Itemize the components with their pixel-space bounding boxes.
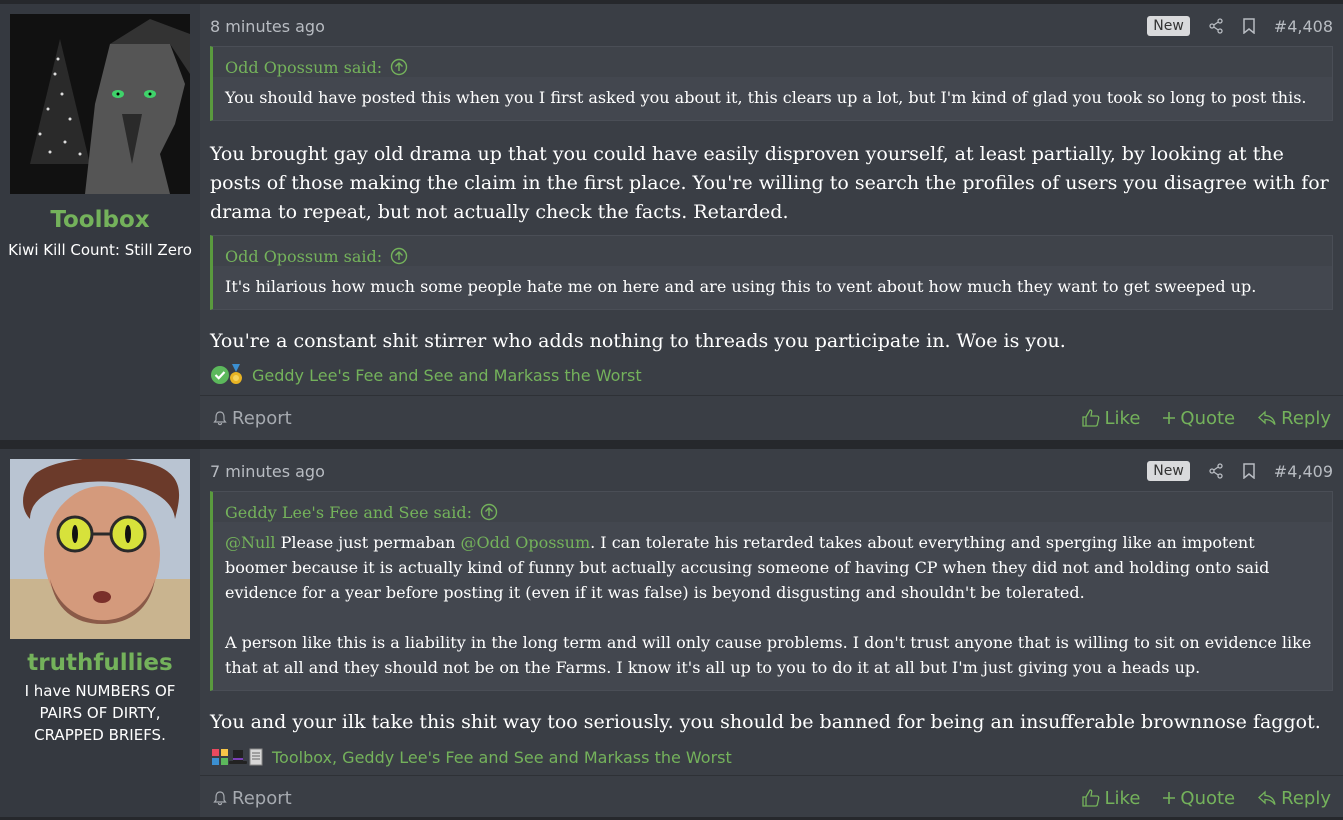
quote-text-paragraph: A person like this is a liability in the… <box>225 633 1312 677</box>
quote-text: @Null Please just permaban @Odd Opossum.… <box>213 522 1332 690</box>
quote-text: It's hilarious how much some people hate… <box>213 266 1332 309</box>
report-button[interactable]: Report <box>212 788 1081 809</box>
bookmark-icon[interactable] <box>1242 463 1256 479</box>
bookmark-icon[interactable] <box>1242 18 1256 34</box>
avatar[interactable] <box>10 459 190 639</box>
bell-icon <box>213 791 227 806</box>
report-label: Report <box>232 787 292 809</box>
quote-text-segment: Please just permaban <box>275 533 461 552</box>
reply-button[interactable]: Reply <box>1257 408 1331 429</box>
share-icon[interactable] <box>1208 463 1224 479</box>
like-button[interactable]: Like <box>1081 787 1141 809</box>
reply-label: Reply <box>1281 787 1331 809</box>
reply-label: Reply <box>1281 407 1331 429</box>
user-cell: truthfullies I have NUMBERS OF PAIRS OF … <box>0 449 200 817</box>
plus-icon <box>1163 792 1176 804</box>
post-body-paragraph: You're a constant shit stirrer who adds … <box>210 330 1066 352</box>
mention-link[interactable]: @Null <box>225 533 276 552</box>
quote-button[interactable]: Quote <box>1162 408 1235 429</box>
reactions-bar[interactable]: Toolbox, Geddy Lee's Fee and See and Mar… <box>210 745 732 769</box>
quote-author-row[interactable]: Odd Opossum said: <box>213 236 1332 266</box>
post-4408: Toolbox Kiwi Kill Count: Still Zero 8 mi… <box>0 4 1343 440</box>
post-main: 7 minutes ago New #4,409 Geddy Lee's Fee… <box>200 449 1343 817</box>
like-button[interactable]: Like <box>1081 407 1141 429</box>
username[interactable]: Toolbox <box>0 207 200 233</box>
post-footer: Report Like Quote Reply <box>200 775 1343 820</box>
checkmark-reaction-icon <box>210 365 230 385</box>
avatar[interactable] <box>10 14 190 194</box>
arrow-up-circle-icon[interactable] <box>480 503 498 521</box>
user-title: Kiwi Kill Count: Still Zero <box>8 241 192 259</box>
quote-author-row[interactable]: Geddy Lee's Fee and See said: <box>213 492 1332 522</box>
puzzle-reaction-icon <box>210 747 230 767</box>
bell-icon <box>213 411 227 426</box>
quote-label: Quote <box>1180 407 1236 429</box>
quote-button[interactable]: Quote <box>1162 788 1235 809</box>
post-time[interactable]: 7 minutes ago <box>210 462 1147 481</box>
scroll-reaction-icon <box>248 747 264 767</box>
quote-block: Odd Opossum said: You should have posted… <box>210 46 1333 121</box>
post-number[interactable]: #4,409 <box>1274 462 1333 481</box>
quote-block: Odd Opossum said: It's hilarious how muc… <box>210 235 1333 310</box>
thumbs-up-icon <box>1081 789 1099 807</box>
thumbs-up-icon <box>1081 409 1099 427</box>
quote-author[interactable]: Odd Opossum said: <box>225 247 382 266</box>
quote-block: Geddy Lee's Fee and See said: @Null Plea… <box>210 491 1333 691</box>
quote-label: Quote <box>1180 787 1236 809</box>
report-button[interactable]: Report <box>212 408 1081 429</box>
post-number[interactable]: #4,408 <box>1274 17 1333 36</box>
like-label: Like <box>1104 787 1141 809</box>
new-badge: New <box>1147 16 1190 36</box>
reactions-text[interactable]: Toolbox, Geddy Lee's Fee and See and Mar… <box>272 748 732 767</box>
mention-link[interactable]: @Odd Opossum <box>461 533 591 552</box>
reply-button[interactable]: Reply <box>1257 788 1331 809</box>
reply-icon <box>1258 410 1276 425</box>
username[interactable]: truthfullies <box>0 650 200 676</box>
quote-text: You should have posted this when you I f… <box>213 77 1332 120</box>
arrow-up-circle-icon[interactable] <box>390 247 408 265</box>
quote-author[interactable]: Odd Opossum said: <box>225 58 382 77</box>
like-label: Like <box>1104 407 1141 429</box>
post-body-paragraph: You brought gay old drama up that you co… <box>210 143 1329 223</box>
arrow-up-circle-icon[interactable] <box>390 58 408 76</box>
tophat-reaction-icon <box>228 747 248 767</box>
new-badge: New <box>1147 461 1190 481</box>
medal-reaction-icon <box>228 364 244 386</box>
post-header: 8 minutes ago New #4,408 <box>210 14 1333 38</box>
post-time[interactable]: 8 minutes ago <box>210 17 1147 36</box>
reactions-text[interactable]: Geddy Lee's Fee and See and Markass the … <box>252 366 642 385</box>
plus-icon <box>1163 412 1176 424</box>
post-footer: Report Like Quote Reply <box>200 395 1343 440</box>
report-label: Report <box>232 407 292 429</box>
post-4409: truthfullies I have NUMBERS OF PAIRS OF … <box>0 449 1343 817</box>
post-body-paragraph: You and your ilk take this shit way too … <box>210 711 1321 733</box>
post-main: 8 minutes ago New #4,408 Odd Opossum sai… <box>200 4 1343 440</box>
reply-icon <box>1258 790 1276 805</box>
quote-author-row[interactable]: Odd Opossum said: <box>213 47 1332 77</box>
post-header: 7 minutes ago New #4,409 <box>210 459 1333 483</box>
share-icon[interactable] <box>1208 18 1224 34</box>
user-cell: Toolbox Kiwi Kill Count: Still Zero <box>0 4 200 440</box>
user-title: I have NUMBERS OF PAIRS OF DIRTY, CRAPPE… <box>24 682 176 744</box>
quote-author[interactable]: Geddy Lee's Fee and See said: <box>225 503 472 522</box>
reactions-bar[interactable]: Geddy Lee's Fee and See and Markass the … <box>210 363 642 387</box>
